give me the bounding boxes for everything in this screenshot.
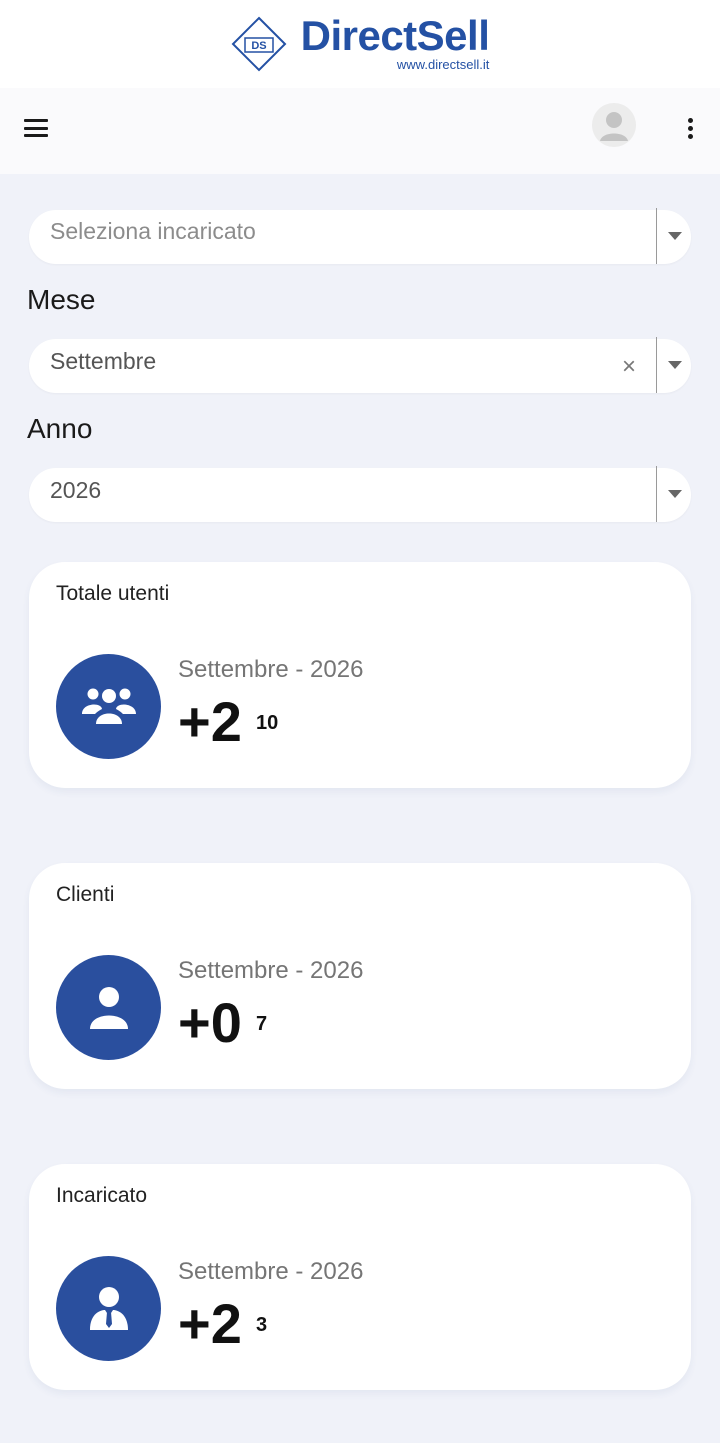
brand-name: DirectSell [300,12,490,59]
stat-card-clienti: Clienti Settembre - 2026 +0 7 [29,863,691,1089]
stat-card-totale-utenti: Totale utenti Settembre - 2026 +2 10 [29,562,691,788]
anno-select[interactable]: 2026 [29,466,691,522]
card-delta-value: +0 [178,991,242,1054]
card-delta-value: +2 [178,1292,242,1355]
card-total-value: 10 [256,712,279,734]
mese-select[interactable]: Settembre × [29,337,691,393]
card-title: Incaricato [56,1184,148,1207]
card-period: Settembre - 2026 [178,1258,364,1285]
anno-select-value: 2026 [50,477,102,503]
hamburger-icon[interactable] [24,119,48,141]
card-total-value: 3 [256,1314,268,1336]
svg-text:DS: DS [251,40,266,52]
logo-bar: DS DirectSell www.directsell.it [0,0,720,88]
mese-filter-label: Mese [27,284,96,315]
app-header [0,88,720,174]
card-title: Clienti [56,883,115,906]
logo-diamond-icon: DS [231,16,287,72]
user-avatar-icon[interactable] [592,103,636,147]
chevron-down-icon[interactable] [668,232,682,240]
stat-card-incaricato: Incaricato Settembre - 2026 +2 3 [29,1164,691,1390]
select-divider [656,208,657,264]
card-total-value: 7 [256,1013,268,1035]
brand-url: www.directsell.it [396,57,490,72]
incaricato-select-placeholder: Seleziona incaricato [50,218,256,244]
card-title: Totale utenti [56,582,170,605]
clear-icon[interactable]: × [622,353,636,381]
select-divider [656,337,657,393]
card-period: Settembre - 2026 [178,957,364,984]
select-divider [656,466,657,522]
user-tie-icon [56,1256,161,1361]
brand-logo[interactable]: DS DirectSell www.directsell.it [231,12,490,72]
mese-select-value: Settembre [50,348,157,374]
chevron-down-icon[interactable] [668,490,682,498]
user-icon [56,955,161,1060]
page: DS DirectSell www.directsell.it Incarica… [0,0,720,1443]
kebab-menu-icon[interactable] [682,118,698,144]
incaricato-select[interactable]: Seleziona incaricato [29,208,691,264]
users-group-icon [56,654,161,759]
chevron-down-icon[interactable] [668,361,682,369]
card-period: Settembre - 2026 [178,656,364,683]
card-delta-value: +2 [178,690,242,753]
anno-filter-label: Anno [27,413,93,444]
